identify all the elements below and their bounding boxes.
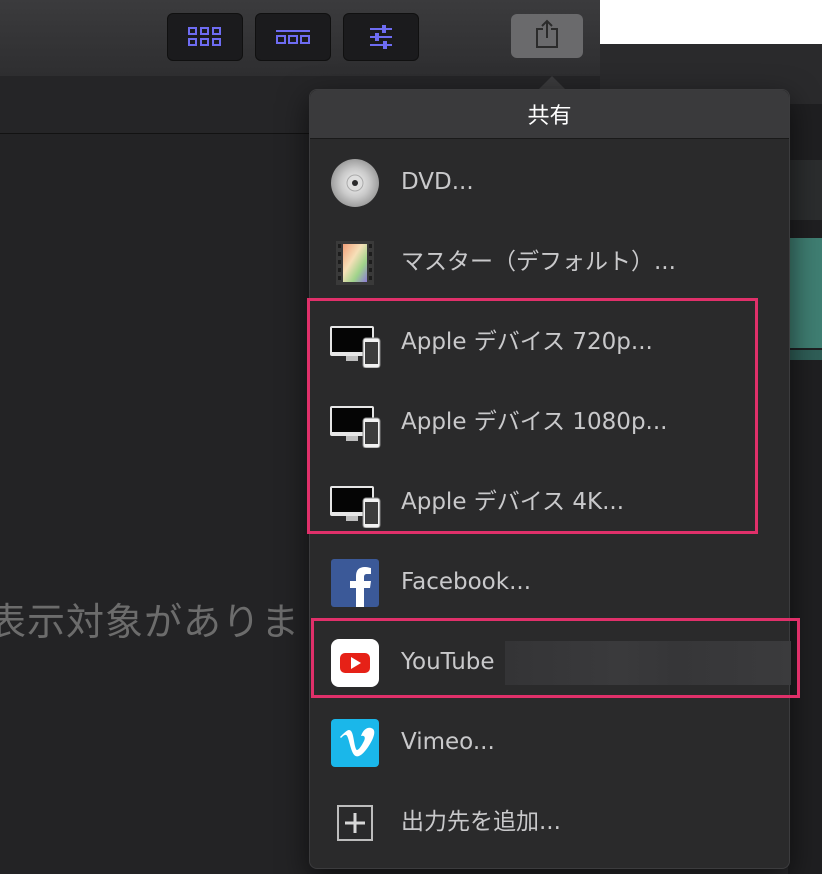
dvd-disc-icon xyxy=(330,158,380,208)
share-popover-title: 共有 xyxy=(310,90,789,139)
inspector-sliders-icon xyxy=(367,23,395,51)
vimeo-icon xyxy=(330,718,380,768)
timeline-clip-audio xyxy=(790,238,822,348)
share-icon xyxy=(535,19,559,53)
menu-item-label: 出力先を追加... xyxy=(401,809,561,835)
share-button[interactable] xyxy=(511,14,583,58)
menu-item-dvd[interactable]: DVD... xyxy=(310,142,789,222)
film-strip-icon xyxy=(330,238,380,288)
popover-arrow xyxy=(538,76,566,90)
viewer-empty-message: 表示対象がありま xyxy=(0,600,301,644)
menu-item-label: Vimeo... xyxy=(401,729,495,755)
toolbar xyxy=(0,0,600,77)
browser-button[interactable] xyxy=(167,13,243,61)
timeline-clip-edge xyxy=(790,350,822,360)
highlight-apple-devices xyxy=(307,298,758,534)
menu-item-master[interactable]: マスター（デフォルト）... xyxy=(310,222,789,302)
background-window xyxy=(600,0,822,44)
menu-item-label: DVD... xyxy=(401,169,474,195)
menu-item-add-destination[interactable]: 出力先を追加... xyxy=(310,782,789,862)
timeline-icon xyxy=(275,27,311,47)
timeline-clip xyxy=(790,160,822,220)
highlight-youtube xyxy=(311,618,800,698)
add-destination-icon xyxy=(330,798,380,848)
menu-item-vimeo[interactable]: Vimeo... xyxy=(310,702,789,782)
menu-item-label: マスター（デフォルト）... xyxy=(401,249,676,275)
inspector-button[interactable] xyxy=(343,13,419,61)
browser-grid-icon xyxy=(187,26,223,48)
timeline-button[interactable] xyxy=(255,13,331,61)
menu-item-label: Facebook... xyxy=(401,569,532,595)
facebook-icon xyxy=(330,558,380,608)
menu-item-facebook[interactable]: Facebook... xyxy=(310,542,789,622)
